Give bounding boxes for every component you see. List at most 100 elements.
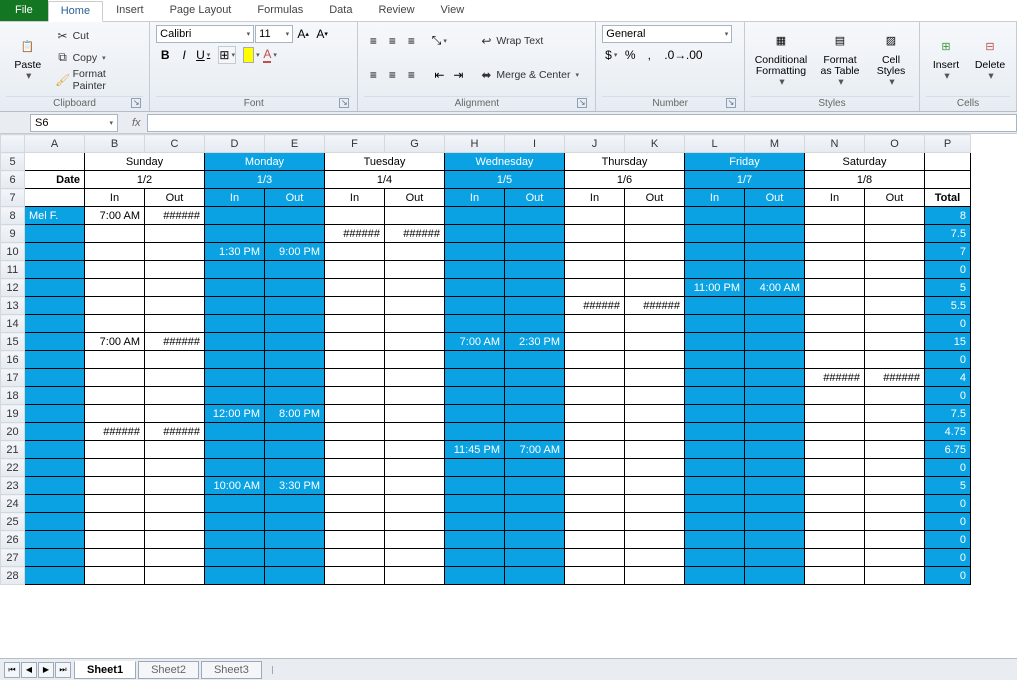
cell-H27[interactable] [445,549,505,567]
cell-C11[interactable] [145,261,205,279]
cell-D27[interactable] [205,549,265,567]
align-right-button[interactable]: ≡ [402,66,420,84]
cell-G23[interactable] [385,477,445,495]
cell-A19[interactable] [25,405,85,423]
cell-D19[interactable]: 12:00 PM [205,405,265,423]
day-header-2[interactable]: Tuesday [325,153,445,171]
cell-L9[interactable] [685,225,745,243]
cell-C9[interactable] [145,225,205,243]
cell-G8[interactable] [385,207,445,225]
row-header-17[interactable]: 17 [1,369,25,387]
cell-K19[interactable] [625,405,685,423]
cell-L22[interactable] [685,459,745,477]
cell-A28[interactable] [25,567,85,585]
cell-F24[interactable] [325,495,385,513]
cell-M10[interactable] [745,243,805,261]
cell-C15[interactable]: ###### [145,333,205,351]
cell-I12[interactable] [505,279,565,297]
cell-P6[interactable] [925,171,971,189]
cell-K25[interactable] [625,513,685,531]
cell-H21[interactable]: 11:45 PM [445,441,505,459]
cell-O23[interactable] [865,477,925,495]
valign-middle-button[interactable]: ≡ [383,32,401,50]
cell-J23[interactable] [565,477,625,495]
cell-G13[interactable] [385,297,445,315]
cell-I20[interactable] [505,423,565,441]
cell-P10[interactable]: 7 [925,243,971,261]
cell-N27[interactable] [805,549,865,567]
cell-J11[interactable] [565,261,625,279]
cell-E8[interactable] [265,207,325,225]
cell-E10[interactable]: 9:00 PM [265,243,325,261]
sheet-nav-next[interactable]: ▶ [38,662,54,678]
cell-D21[interactable] [205,441,265,459]
cell-B12[interactable] [85,279,145,297]
cell-A27[interactable] [25,549,85,567]
cell-A26[interactable] [25,531,85,549]
cell-G20[interactable] [385,423,445,441]
cell-F28[interactable] [325,567,385,585]
cell-I28[interactable] [505,567,565,585]
tab-insert[interactable]: Insert [103,0,157,21]
cell-G25[interactable] [385,513,445,531]
cell-J16[interactable] [565,351,625,369]
cell-D9[interactable] [205,225,265,243]
cell-P16[interactable]: 0 [925,351,971,369]
out-header-6[interactable]: Out [865,189,925,207]
cell-A13[interactable] [25,297,85,315]
cell-F8[interactable] [325,207,385,225]
dialog-launcher-icon[interactable]: ↘ [726,98,736,108]
cell-O14[interactable] [865,315,925,333]
date-header-5[interactable]: 1/7 [685,171,805,189]
cell-D18[interactable] [205,387,265,405]
cell-J22[interactable] [565,459,625,477]
cell-K11[interactable] [625,261,685,279]
cell-L8[interactable] [685,207,745,225]
cell-M26[interactable] [745,531,805,549]
cell-F20[interactable] [325,423,385,441]
cell-L18[interactable] [685,387,745,405]
day-header-6[interactable]: Saturday [805,153,925,171]
tab-view[interactable]: View [428,0,478,21]
cell-E19[interactable]: 8:00 PM [265,405,325,423]
cell-C28[interactable] [145,567,205,585]
delete-cells-button[interactable]: ⊟Delete▾ [970,25,1010,91]
cell-J21[interactable] [565,441,625,459]
cell-K16[interactable] [625,351,685,369]
cell-B26[interactable] [85,531,145,549]
cell-A17[interactable] [25,369,85,387]
cell-M14[interactable] [745,315,805,333]
cell-K24[interactable] [625,495,685,513]
cell-F27[interactable] [325,549,385,567]
in-header-6[interactable]: In [805,189,865,207]
col-header-A[interactable]: A [25,135,85,153]
comma-button[interactable]: , [640,46,658,64]
out-header-5[interactable]: Out [745,189,805,207]
cell-D28[interactable] [205,567,265,585]
cell-N24[interactable] [805,495,865,513]
cell-N18[interactable] [805,387,865,405]
cell-L12[interactable]: 11:00 PM [685,279,745,297]
cell-B16[interactable] [85,351,145,369]
cell-N26[interactable] [805,531,865,549]
day-header-3[interactable]: Wednesday [445,153,565,171]
cell-G21[interactable] [385,441,445,459]
sheet-nav-last[interactable]: ⏭ [55,662,71,678]
cell-B8[interactable]: 7:00 AM [85,207,145,225]
cell-B25[interactable] [85,513,145,531]
cell-O16[interactable] [865,351,925,369]
cell-F11[interactable] [325,261,385,279]
cell-E18[interactable] [265,387,325,405]
cell-F9[interactable]: ###### [325,225,385,243]
tab-home[interactable]: Home [48,1,103,22]
cell-D25[interactable] [205,513,265,531]
row-header-23[interactable]: 23 [1,477,25,495]
cell-O21[interactable] [865,441,925,459]
cell-E17[interactable] [265,369,325,387]
row-header-12[interactable]: 12 [1,279,25,297]
col-header-C[interactable]: C [145,135,205,153]
cell-M21[interactable] [745,441,805,459]
cell-G16[interactable] [385,351,445,369]
cell-J17[interactable] [565,369,625,387]
fill-color-button[interactable]: ▾ [242,46,260,64]
